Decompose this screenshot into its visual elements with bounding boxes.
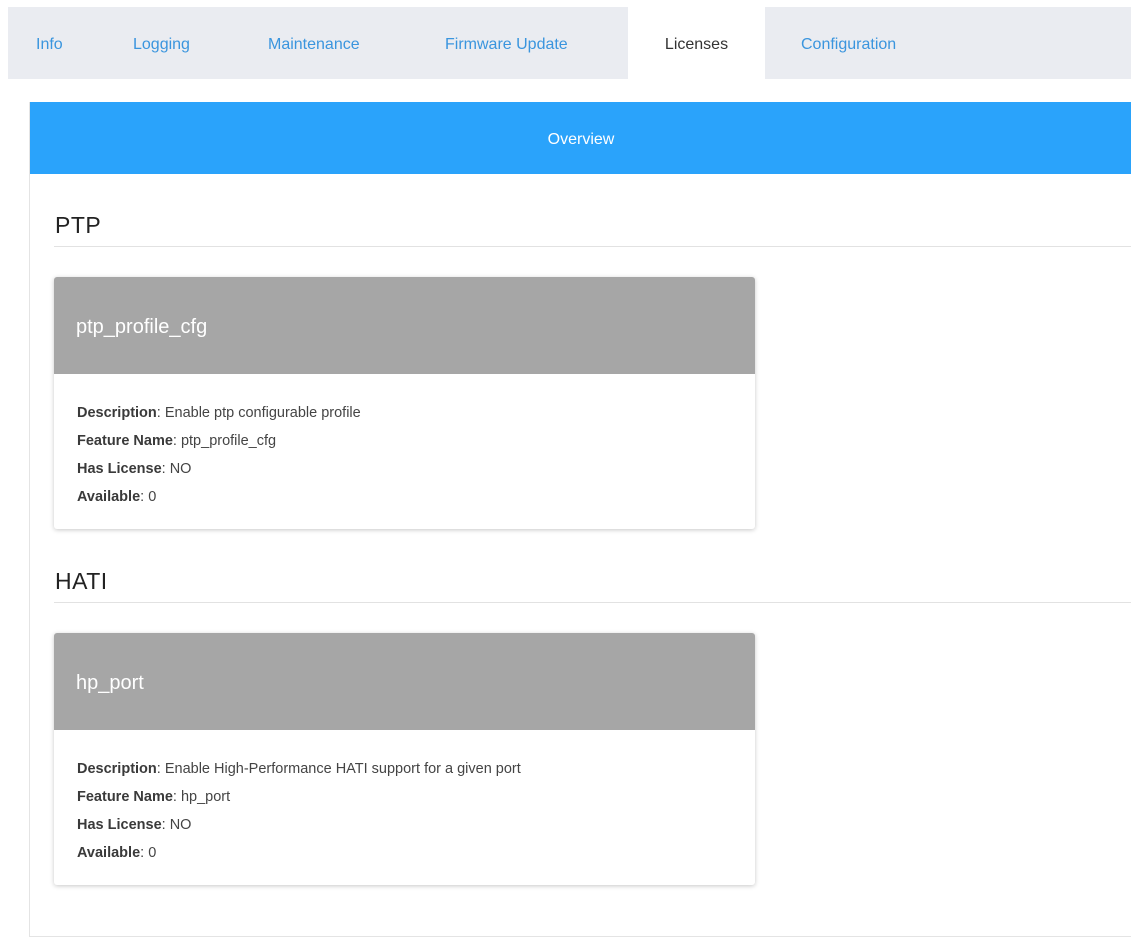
license-card-ptp-profile-cfg: ptp_profile_cfg Description: Enable ptp …: [54, 277, 755, 529]
description-label: Description: [77, 405, 157, 421]
has-license-row: Has License: NO: [77, 461, 192, 477]
tab-info[interactable]: Info: [36, 7, 63, 79]
available-value: 0: [148, 845, 157, 861]
card-body: Description: Enable High-Performance HAT…: [54, 730, 755, 867]
tab-licenses[interactable]: Licenses: [628, 7, 765, 79]
feature-name-value: hp_port: [180, 789, 231, 805]
tab-configuration[interactable]: Configuration: [801, 7, 896, 79]
card-header: hp_port: [54, 633, 755, 730]
feature-name-label: Feature Name: [77, 789, 173, 805]
description-row: Description: Enable ptp configurable pro…: [77, 405, 361, 421]
tab-bar: Info Logging Maintenance Firmware Update…: [8, 7, 1131, 79]
has-license-value: NO: [169, 461, 192, 477]
available-label: Available: [77, 845, 141, 861]
card-header: ptp_profile_cfg: [54, 277, 755, 374]
card-body: Description: Enable ptp configurable pro…: [54, 374, 755, 511]
tab-firmware-update[interactable]: Firmware Update: [445, 7, 568, 79]
feature-name-row: Feature Name: ptp_profile_cfg: [77, 433, 277, 449]
description-label: Description: [77, 761, 157, 777]
has-license-label: Has License: [77, 817, 162, 833]
has-license-value: NO: [169, 817, 192, 833]
available-row: Available: 0: [77, 845, 157, 861]
section-divider: [54, 246, 1131, 247]
has-license-label: Has License: [77, 461, 162, 477]
tab-logging[interactable]: Logging: [133, 7, 190, 79]
tab-maintenance[interactable]: Maintenance: [268, 7, 360, 79]
has-license-row: Has License: NO: [77, 817, 192, 833]
feature-name-value: ptp_profile_cfg: [180, 433, 277, 449]
description-row: Description: Enable High-Performance HAT…: [77, 761, 521, 777]
description-value: Enable High-Performance HATI support for…: [164, 761, 521, 777]
section-title-ptp: PTP: [55, 212, 102, 238]
section-divider: [54, 602, 1131, 603]
feature-name-label: Feature Name: [77, 433, 173, 449]
available-row: Available: 0: [77, 489, 157, 505]
available-label: Available: [77, 489, 141, 505]
feature-name-row: Feature Name: hp_port: [77, 789, 231, 805]
section-title-hati: HATI: [55, 568, 108, 594]
license-card-hp-port: hp_port Description: Enable High-Perform…: [54, 633, 755, 885]
description-value: Enable ptp configurable profile: [164, 405, 361, 421]
overview-header[interactable]: Overview: [30, 102, 1131, 174]
licenses-panel: Overview PTP ptp_profile_cfg Description…: [29, 102, 1131, 937]
available-value: 0: [148, 489, 157, 505]
